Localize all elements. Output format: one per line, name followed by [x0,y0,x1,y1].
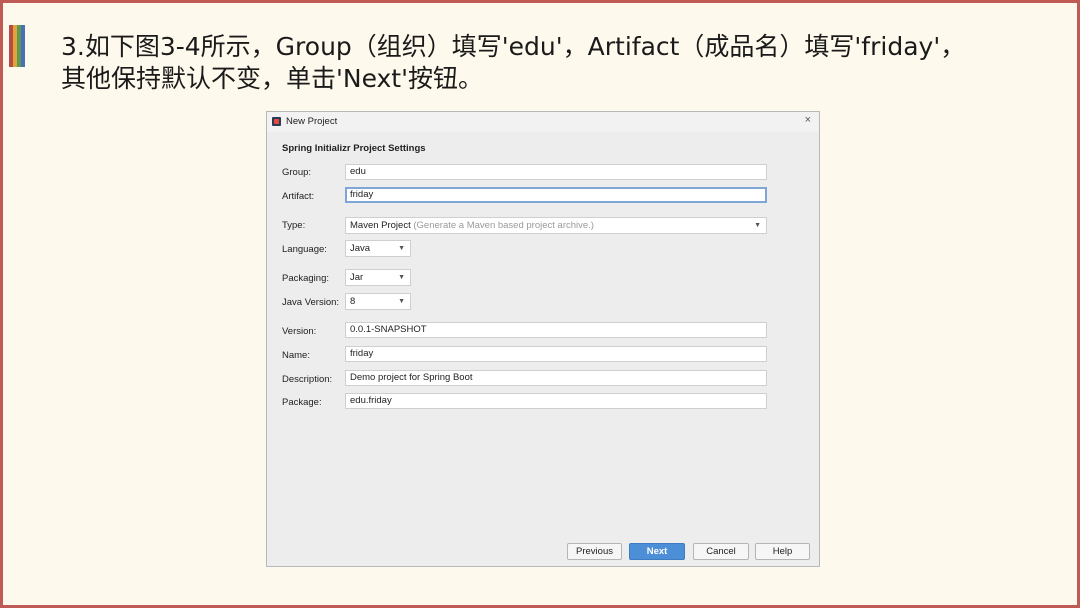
slide: 3.如下图3-4所示，Group（组织）填写'edu'，Artifact（成品名… [0,0,1080,608]
name-field[interactable]: friday [345,346,767,362]
type-label: Type: [282,220,306,231]
type-hint: (Generate a Maven based project archive.… [413,220,594,231]
type-dropdown[interactable]: Maven Project (Generate a Maven based pr… [345,217,767,234]
chevron-down-icon: ▼ [754,222,761,229]
java-version-dropdown[interactable]: 8 ▼ [345,293,411,310]
package-label: Package: [282,397,322,408]
package-field[interactable]: edu.friday [345,393,767,409]
version-label: Version: [282,326,317,337]
artifact-label: Artifact: [282,191,315,202]
accent-bar-blue [21,25,25,67]
java-version-label: Java Version: [282,297,340,308]
chevron-down-icon: ▼ [398,245,405,252]
dialog-titlebar: New Project × [267,112,819,132]
description-field[interactable]: Demo project for Spring Boot [345,370,767,386]
cancel-button[interactable]: Cancel [693,543,749,560]
java-version-value: 8 [350,296,356,307]
packaging-value: Jar [350,272,364,283]
slide-heading: 3.如下图3-4所示，Group（组织）填写'edu'，Artifact（成品名… [61,31,1061,95]
language-label: Language: [282,244,327,255]
version-field[interactable]: 0.0.1-SNAPSHOT [345,322,767,338]
next-button[interactable]: Next [629,543,685,560]
new-project-dialog: New Project × Spring Initializr Project … [266,111,820,567]
language-dropdown[interactable]: Java ▼ [345,240,411,257]
group-field[interactable]: edu [345,164,767,180]
previous-button[interactable]: Previous [567,543,622,560]
artifact-field[interactable]: friday [345,187,767,203]
group-label: Group: [282,167,312,178]
description-label: Description: [282,374,333,385]
section-title: Spring Initializr Project Settings [282,143,426,154]
intellij-app-icon [272,117,281,126]
name-label: Name: [282,350,310,361]
language-value: Java [350,243,371,254]
heading-line-2: 其他保持默认不变，单击'Next'按钮。 [61,64,483,93]
chevron-down-icon: ▼ [398,274,405,281]
dialog-title: New Project [286,116,338,127]
type-value: Maven Project [350,220,411,231]
heading-line-1: 3.如下图3-4所示，Group（组织）填写'edu'，Artifact（成品名… [61,32,966,61]
help-button[interactable]: Help [755,543,810,560]
chevron-down-icon: ▼ [398,298,405,305]
packaging-label: Packaging: [282,273,330,284]
close-icon[interactable]: × [805,114,811,126]
packaging-dropdown[interactable]: Jar ▼ [345,269,411,286]
